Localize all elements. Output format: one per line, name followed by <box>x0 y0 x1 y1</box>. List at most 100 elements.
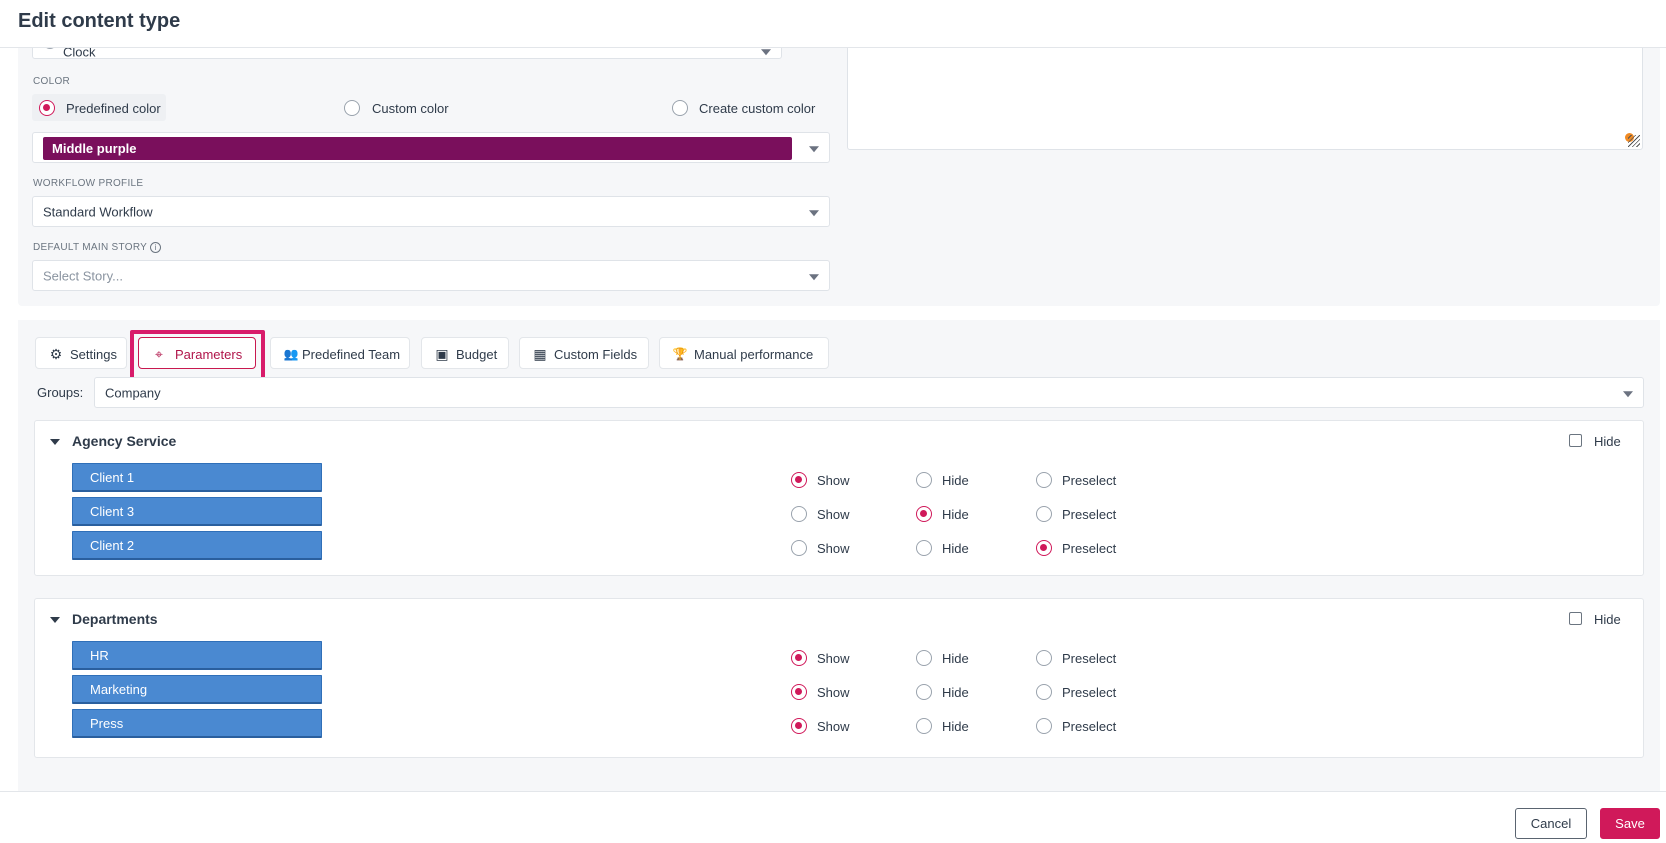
clock-icon <box>43 48 57 49</box>
parameters-panel: ⚙ Settings ⌖ Parameters 👥 Predefined Tea… <box>18 320 1660 791</box>
create-custom-color-label: Create custom color <box>699 101 816 116</box>
show-label: Show <box>817 719 850 734</box>
hide-radio[interactable] <box>916 718 932 734</box>
show-radio[interactable] <box>791 540 807 556</box>
tab-manual-performance[interactable]: 🏆 Manual performance <box>659 337 829 369</box>
tab-parameters[interactable]: ⌖ Parameters <box>138 337 256 369</box>
trophy-icon: 🏆 <box>672 347 688 361</box>
hide-radio[interactable] <box>916 650 932 666</box>
hide-label: Hide <box>942 719 969 734</box>
collapse-caret-icon[interactable] <box>50 617 60 623</box>
predefined-color-label: Predefined color <box>66 101 161 116</box>
chevron-down-icon <box>1623 390 1633 397</box>
group-hide-checkbox[interactable] <box>1569 434 1582 447</box>
show-radio[interactable] <box>791 650 807 666</box>
collapse-caret-icon[interactable] <box>50 439 60 445</box>
groups-select[interactable]: Company <box>94 377 1644 408</box>
tab-budget[interactable]: ▣ Budget <box>421 337 509 369</box>
preselect-radio[interactable] <box>1036 506 1052 522</box>
resize-handle-icon[interactable] <box>1628 135 1640 147</box>
parameter-pill: HR <box>72 641 322 670</box>
hide-radio[interactable] <box>916 684 932 700</box>
group-title: Agency Service <box>72 433 177 449</box>
show-label: Show <box>817 541 850 556</box>
show-radio[interactable] <box>791 506 807 522</box>
hide-label: Hide <box>942 507 969 522</box>
create-custom-color-radio[interactable] <box>672 100 688 116</box>
group-card-agency-service: Agency Service Hide Client 1 Client 3 Cl… <box>34 420 1644 576</box>
chevron-down-icon <box>809 145 819 152</box>
parameter-pill: Marketing <box>72 675 322 704</box>
dialog-footer: Cancel Save <box>0 791 1666 843</box>
preselect-radio[interactable] <box>1036 540 1052 556</box>
groups-select-value: Company <box>105 385 161 400</box>
chevron-down-icon <box>761 49 771 56</box>
main-story-placeholder: Select Story... <box>43 268 123 283</box>
description-textarea[interactable] <box>847 48 1643 150</box>
info-icon[interactable]: i <box>150 242 162 253</box>
groups-label: Groups: <box>37 385 84 400</box>
hide-label: Hide <box>942 685 969 700</box>
scroll-content[interactable]: Clock COLOR Predefined color Custom colo… <box>0 48 1666 791</box>
workflow-label: WORKFLOW PROFILE <box>33 178 144 189</box>
cancel-button[interactable]: Cancel <box>1515 808 1587 839</box>
icon-select-value: Clock <box>63 48 96 60</box>
main-story-label-text: DEFAULT MAIN STORY <box>33 242 148 254</box>
grid-icon: ▦ <box>533 346 547 362</box>
chevron-down-icon <box>809 273 819 280</box>
group-hide-label: Hide <box>1594 612 1621 627</box>
tab-predefined-team[interactable]: 👥 Predefined Team <box>270 337 410 369</box>
page-header: Edit content type <box>0 0 1666 48</box>
preselect-radio[interactable] <box>1036 718 1052 734</box>
create-custom-color-option[interactable]: Create custom color <box>672 94 832 121</box>
color-select[interactable]: Middle purple <box>32 132 830 163</box>
workflow-select-value: Standard Workflow <box>43 204 153 219</box>
tab-custom-fields[interactable]: ▦ Custom Fields <box>519 337 649 369</box>
show-radio[interactable] <box>791 684 807 700</box>
settings-panel: Clock COLOR Predefined color Custom colo… <box>18 48 1660 306</box>
main-story-select[interactable]: Select Story... <box>32 260 830 291</box>
show-radio[interactable] <box>791 718 807 734</box>
hide-radio[interactable] <box>916 540 932 556</box>
parameter-pill: Client 2 <box>72 531 322 560</box>
group-title: Departments <box>72 611 158 627</box>
tab-budget-label: Budget <box>456 347 498 362</box>
group-card-departments: Departments Hide HR Marketing Press Show… <box>34 598 1644 758</box>
show-label: Show <box>817 651 850 666</box>
crosshair-icon: ⌖ <box>155 346 163 362</box>
tab-predefined-team-label: Predefined Team <box>302 347 401 362</box>
parameter-pill: Press <box>72 709 322 738</box>
preselect-label: Preselect <box>1062 507 1117 522</box>
hide-radio[interactable] <box>916 506 932 522</box>
show-radio[interactable] <box>791 472 807 488</box>
custom-color-radio[interactable] <box>344 100 360 116</box>
tab-parameters-label: Parameters <box>175 347 243 362</box>
preselect-label: Preselect <box>1062 541 1117 556</box>
group-hide-checkbox[interactable] <box>1569 612 1582 625</box>
preselect-radio[interactable] <box>1036 684 1052 700</box>
preselect-label: Preselect <box>1062 719 1117 734</box>
save-button[interactable]: Save <box>1600 808 1660 839</box>
gear-icon: ⚙ <box>49 346 63 362</box>
icon-select[interactable]: Clock <box>32 48 782 60</box>
preselect-label: Preselect <box>1062 473 1117 488</box>
show-label: Show <box>817 685 850 700</box>
tab-settings[interactable]: ⚙ Settings <box>35 337 127 369</box>
color-label: COLOR <box>33 76 71 87</box>
workflow-select[interactable]: Standard Workflow <box>32 196 830 227</box>
predefined-color-radio[interactable] <box>39 100 55 116</box>
custom-color-option[interactable]: Custom color <box>344 94 484 121</box>
preselect-radio[interactable] <box>1036 472 1052 488</box>
users-icon: 👥 <box>283 347 299 361</box>
predefined-color-option[interactable]: Predefined color <box>32 94 166 121</box>
tab-settings-label: Settings <box>70 347 117 362</box>
preselect-radio[interactable] <box>1036 650 1052 666</box>
main-story-label: DEFAULT MAIN STORY i <box>33 242 162 254</box>
hide-radio[interactable] <box>916 472 932 488</box>
color-swatch: Middle purple <box>43 137 792 160</box>
group-hide-label: Hide <box>1594 434 1621 449</box>
show-label: Show <box>817 473 850 488</box>
hide-label: Hide <box>942 541 969 556</box>
custom-color-label: Custom color <box>372 101 449 116</box>
tab-manual-performance-label: Manual performance <box>694 347 814 362</box>
